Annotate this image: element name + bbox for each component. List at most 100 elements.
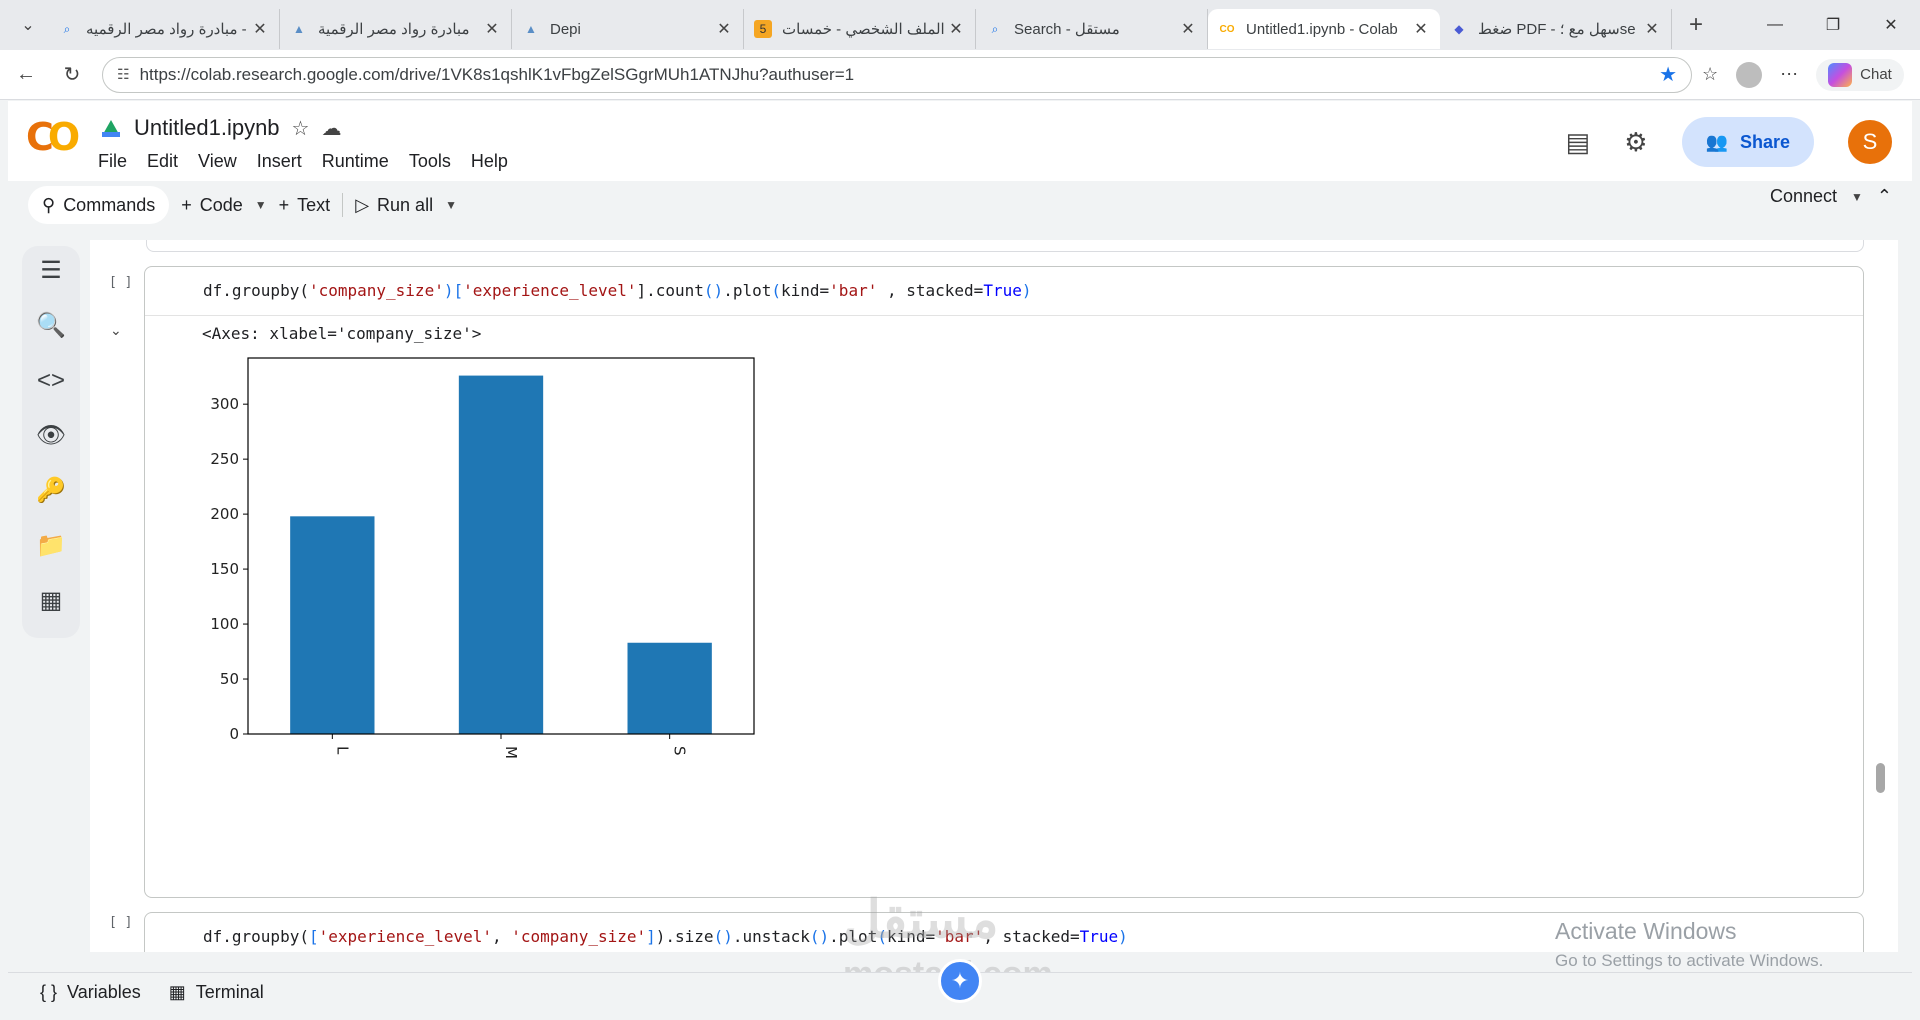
search-icon: ⚲ [42,194,56,215]
terminal-button[interactable]: ▦ Terminal [169,982,264,1003]
tab-title: الملف الشخصي - خمسات [782,21,945,38]
tab-title: ضغط PDF - سهل مع ؛se [1478,21,1636,38]
x-tick-label: M [502,746,520,759]
back-arrow-icon[interactable]: ← [6,63,46,86]
close-tab-icon[interactable]: ✕ [715,19,733,39]
share-button[interactable]: 👥 Share [1681,117,1814,167]
add-code-button[interactable]: + Code [169,186,255,224]
chart-bar-M [458,375,544,734]
menu-edit[interactable]: Edit [147,151,178,172]
menu-bar: File Edit View Insert Runtime Tools Help [98,151,508,172]
tabs-container: ⌕ مبادرة رواد مصر الرقميه - ✕ ▲ مبادرة رواد … [48,1,1672,49]
run-all-dropdown-chevron-icon[interactable]: ▼ [445,198,457,212]
favorites-icon[interactable]: ☆ [1702,64,1718,85]
site-info-icon[interactable]: ☷ [117,66,130,83]
code-token: 'experience_level' [318,927,492,946]
browser-tab[interactable]: ⌕ Search - مستقل ✕ [976,9,1208,49]
menu-help[interactable]: Help [471,151,508,172]
menu-insert[interactable]: Insert [257,151,302,172]
close-tab-icon[interactable]: ✕ [483,19,501,39]
data-table-icon[interactable]: ▦ [40,586,63,615]
tab-list-chevron-icon[interactable]: ⌄ [8,8,48,42]
find-replace-icon[interactable]: 🔍 [36,311,66,340]
browser-tab[interactable]: ◆ ضغط PDF - سهل مع ؛se ✕ [1440,9,1672,49]
y-tick-label: 100 [210,615,239,633]
y-tick-label: 200 [210,505,239,523]
reload-icon[interactable]: ↻ [52,62,92,87]
braces-icon: { } [40,982,58,1002]
menu-view[interactable]: View [198,151,237,172]
code-snippets-icon[interactable]: <> [37,366,65,395]
variables-button[interactable]: { } Variables [40,982,141,1003]
browser-tab[interactable]: ▲ Depi ✕ [512,9,744,49]
collapse-header-chevron-icon[interactable]: ⌃ [1877,186,1892,207]
settings-gear-icon[interactable]: ⚙ [1624,127,1647,158]
browser-tab[interactable]: ⌕ مبادرة رواد مصر الرقميه - ✕ [48,9,280,49]
url-omnibox[interactable]: ☷ https://colab.research.google.com/driv… [102,56,1692,93]
commands-button[interactable]: ⚲ Commands [28,186,170,224]
avatar[interactable]: S [1848,120,1892,164]
notebook-toolbar: ⚲ Commands + Code ▼ + Text ▷ Run all ▼ C… [8,181,1912,229]
close-tab-icon[interactable]: ✕ [1412,19,1430,39]
activate-windows-watermark: Activate Windows Go to Settings to activ… [1555,918,1823,971]
url-text[interactable]: https://colab.research.google.com/drive/… [140,65,1660,85]
code-token: ] [646,927,656,946]
variables-label: Variables [67,982,141,1002]
menu-file[interactable]: File [98,151,127,172]
code-token: [ [308,927,319,946]
secrets-key-icon[interactable]: 🔑 [36,476,66,505]
close-tab-icon[interactable]: ✕ [1643,19,1661,39]
collapse-output-chevron-icon[interactable]: ⌄ [110,322,122,339]
khamsat-icon: 5 [754,20,772,38]
colab-logo-icon[interactable]: CO [26,115,80,159]
browser-tab[interactable]: 5 الملف الشخصي - خمسات ✕ [744,9,976,49]
gemini-sparkle-button[interactable]: ✦ [938,959,982,1003]
left-sidebar: ☰ 🔍 <> 👁 🔑 📁 ▦ [22,246,80,638]
address-bar-row: ← ↻ ☷ https://colab.research.google.com/… [0,50,1920,100]
previous-cell-edge [146,240,1864,252]
activate-sub: Go to Settings to activate Windows. [1555,951,1824,970]
close-tab-icon[interactable]: ✕ [947,19,965,39]
copilot-chat-button[interactable]: Chat [1816,58,1904,91]
notebook-title[interactable]: Untitled1.ipynb [134,115,280,141]
run-all-button[interactable]: ▷ Run all [343,186,445,224]
tab-title: مبادرة رواد مصر الرقمية [318,21,470,38]
table-of-contents-icon[interactable]: ☰ [40,256,62,285]
x-tick-label: L [333,746,351,755]
new-tab-plus-icon[interactable]: + [1676,11,1716,39]
code-token: 'experience_level' [463,281,637,300]
star-icon[interactable]: ☆ [292,116,310,141]
copilot-icon [1828,62,1853,87]
run-cell-bracket[interactable]: [ ] [109,275,132,290]
y-tick-label: 300 [210,395,239,413]
menu-tools[interactable]: Tools [409,151,451,172]
add-text-button[interactable]: + Text [267,186,343,224]
files-folder-icon[interactable]: 📁 [36,531,66,560]
comments-icon[interactable]: ▤ [1566,127,1591,158]
code-token: df.groupby( [203,281,309,300]
profile-icon[interactable] [1736,61,1763,88]
eye-icon[interactable]: 👁 [36,421,66,450]
connect-dropdown-chevron-icon[interactable]: ▼ [1851,190,1863,204]
bar-chart: 050100150200250300LMScompany_size [210,357,755,759]
browser-tab[interactable]: CO Untitled1.ipynb - Colab ✕ [1208,9,1440,49]
cell-code[interactable]: df.groupby('company_size')['experience_l… [203,281,1031,300]
activate-title: Activate Windows [1555,918,1737,944]
code-token: True [1079,927,1119,946]
code-dropdown-chevron-icon[interactable]: ▼ [255,198,267,212]
connect-button[interactable]: Connect [1770,186,1837,207]
close-window-icon[interactable]: ✕ [1862,15,1920,35]
cloud-saved-icon[interactable]: ☁ [321,116,341,141]
browser-tab[interactable]: ▲ مبادرة رواد مصر الرقمية ✕ [280,9,512,49]
more-options-icon[interactable]: ⋯ [1780,64,1798,85]
scrollbar-thumb[interactable] [1876,763,1885,793]
bookmark-star-icon[interactable]: ★ [1659,62,1677,87]
y-tick-label: 50 [220,670,239,688]
run-cell-bracket[interactable]: [ ] [109,915,132,930]
commands-label: Commands [63,194,156,215]
minimize-icon[interactable]: — [1746,16,1804,34]
restore-icon[interactable]: ❐ [1804,15,1862,35]
menu-runtime[interactable]: Runtime [322,151,389,172]
close-tab-icon[interactable]: ✕ [251,19,269,39]
close-tab-icon[interactable]: ✕ [1179,19,1197,39]
